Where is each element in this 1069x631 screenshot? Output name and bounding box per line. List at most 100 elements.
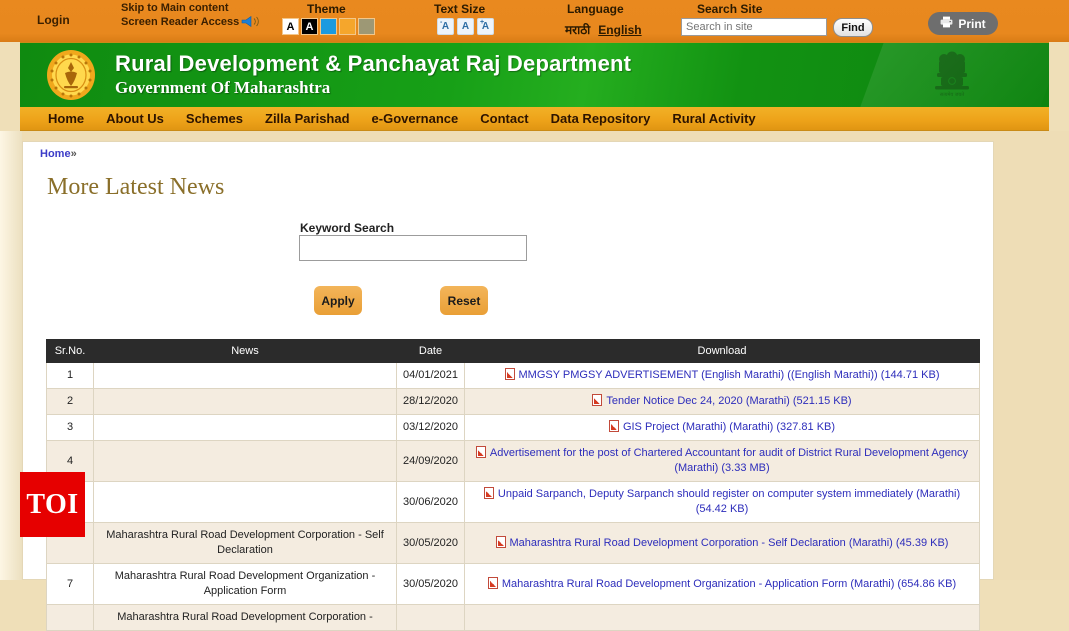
plus-mark: + (480, 19, 485, 26)
pdf-file-icon (487, 576, 498, 589)
apply-button[interactable]: Apply (314, 286, 362, 315)
theme-swatch-olive[interactable] (358, 18, 375, 35)
search-input[interactable] (681, 18, 827, 36)
cell-news (93, 362, 397, 389)
cell-date: 03/12/2020 (396, 414, 465, 441)
main-navigation: Home About Us Schemes Zilla Parishad e-G… (20, 107, 1049, 131)
cell-date: 28/12/2020 (396, 388, 465, 415)
news-table-head: Sr.No. News Date Download (46, 339, 980, 363)
find-button[interactable]: Find (833, 18, 873, 37)
news-table: Sr.No. News Date Download 1 04/01/2021 MMG… (46, 339, 980, 631)
download-link[interactable]: MMGSY PMGSY ADVERTISEMENT (English Marat… (519, 369, 940, 381)
download-link[interactable]: Maharashtra Rural Road Development Organ… (502, 578, 956, 590)
table-row: 7 Maharashtra Rural Road Development Orga… (46, 563, 980, 605)
cell-date: 30/05/2020 (396, 522, 465, 564)
download-link[interactable]: Unpaid Sarpanch, Deputy Sarpanch should … (498, 488, 960, 515)
keyword-search-input[interactable] (299, 235, 527, 261)
printer-icon (940, 16, 953, 31)
text-size-decrease-label: A (441, 21, 450, 32)
theme-swatch-orange[interactable] (339, 18, 356, 35)
pdf-file-icon (483, 487, 494, 499)
cell-date: 30/05/2020 (396, 563, 465, 605)
theme-swatch-black[interactable]: A (301, 18, 318, 35)
pdf-file-icon (504, 368, 515, 380)
language-label: Language (567, 2, 624, 16)
cell-download: GIS Project (Marathi) (Marathi) (327.81 … (464, 414, 980, 441)
breadcrumb-separator: » (70, 148, 77, 160)
text-size-normal-button[interactable]: A (457, 18, 474, 35)
nav-item-schemes[interactable]: Schemes (186, 111, 243, 126)
cell-news: Maharashtra Rural Road Development Corpo… (93, 522, 397, 564)
national-emblem-icon: सत्यमेव जयते (928, 49, 976, 101)
search-site-label: Search Site (697, 2, 763, 16)
theme-swatch-white[interactable]: A (282, 18, 299, 35)
pdf-file-icon (475, 446, 486, 458)
cell-date (396, 604, 465, 631)
nav-item-zilla-parishad[interactable]: Zilla Parishad (265, 111, 350, 126)
skip-to-main-link[interactable]: Skip to Main content (121, 1, 261, 15)
print-label: Print (958, 16, 986, 31)
language-marathi-link[interactable]: मराठी (565, 23, 590, 37)
table-header-row: Sr.No. News Date Download (46, 339, 980, 363)
download-link[interactable]: Maharashtra Rural Road Development Corpo… (510, 537, 949, 549)
theme-label: Theme (307, 2, 346, 16)
login-link[interactable]: Login (37, 13, 70, 27)
accessibility-links: Skip to Main content Screen Reader Acces… (121, 1, 261, 31)
text-size-group: - A A + A (437, 18, 494, 35)
screen-reader-access-link[interactable]: Screen Reader Access (121, 15, 261, 31)
download-link[interactable]: GIS Project (Marathi) (Marathi) (327.81 … (623, 421, 835, 433)
cell-sr-no: 7 (46, 563, 94, 605)
text-size-label: Text Size (434, 2, 486, 16)
header-titles: Rural Development & Panchayat Raj Depart… (115, 51, 631, 99)
cell-download: MMGSY PMGSY ADVERTISEMENT (English Marat… (464, 362, 980, 389)
cell-download (464, 604, 980, 631)
cell-download: Advertisement for the post of Chartered … (464, 440, 980, 482)
svg-text:सत्यमेव जयते: सत्यमेव जयते (940, 91, 964, 98)
table-row: 4 24/09/2020 Advertisement for the post of… (46, 440, 980, 482)
nav-item-data-repository[interactable]: Data Repository (551, 111, 651, 126)
column-header-news: News (93, 339, 397, 363)
site-header: Rural Development & Panchayat Raj Depart… (20, 42, 1049, 110)
cell-news (93, 414, 397, 441)
speaker-icon (241, 15, 261, 31)
table-row: 1 04/01/2021 MMGSY PMGSY ADVERTISEMENT (En… (46, 362, 980, 389)
cell-date: 04/01/2021 (396, 362, 465, 389)
reset-button[interactable]: Reset (440, 286, 488, 315)
nav-item-about-us[interactable]: About Us (106, 111, 164, 126)
cell-sr-no: 1 (46, 362, 94, 389)
table-row: 2 28/12/2020 Tender Notice Dec 24, 2020 (M… (46, 388, 980, 415)
nav-item-e-governance[interactable]: e-Governance (372, 111, 459, 126)
column-header-download: Download (464, 339, 980, 363)
language-links: मराठी English (565, 21, 650, 38)
pdf-file-icon (495, 535, 506, 548)
text-size-decrease-button[interactable]: - A (437, 18, 454, 35)
page-title: More Latest News (47, 174, 225, 200)
cell-sr-no: 3 (46, 414, 94, 441)
cell-date: 30/06/2020 (396, 481, 465, 523)
breadcrumb-home-link[interactable]: Home (40, 148, 71, 160)
theme-swatch-blue[interactable] (320, 18, 337, 35)
cell-download: Tender Notice Dec 24, 2020 (Marathi) (52… (464, 388, 980, 415)
download-link[interactable]: Advertisement for the post of Chartered … (490, 447, 968, 474)
download-link[interactable]: Tender Notice Dec 24, 2020 (Marathi) (52… (606, 395, 851, 407)
cell-sr-no: 2 (46, 388, 94, 415)
table-row: Maharashtra Rural Road Development Corpo… (46, 522, 980, 564)
top-utility-bar: Login Skip to Main content Screen Reader… (0, 0, 1069, 42)
nav-item-home[interactable]: Home (48, 111, 84, 126)
cell-news (93, 440, 397, 482)
table-row: Maharashtra Rural Road Development Corpo… (46, 604, 980, 631)
nav-item-rural-activity[interactable]: Rural Activity (672, 111, 755, 126)
pdf-file-icon (592, 394, 603, 406)
news-table-wrapper: Sr.No. News Date Download 1 04/01/2021 MMG… (46, 339, 980, 631)
nav-item-contact[interactable]: Contact (480, 111, 528, 126)
text-size-normal-label: A (461, 21, 470, 32)
text-size-increase-button[interactable]: + A (477, 18, 494, 35)
cell-news (93, 481, 397, 523)
cell-download: Unpaid Sarpanch, Deputy Sarpanch should … (464, 481, 980, 523)
cell-sr-no (46, 604, 94, 631)
cell-news (93, 388, 397, 415)
column-header-date: Date (396, 339, 465, 363)
minus-mark: - (440, 19, 443, 26)
language-english-link[interactable]: English (598, 23, 641, 37)
print-button[interactable]: Print (928, 12, 998, 35)
